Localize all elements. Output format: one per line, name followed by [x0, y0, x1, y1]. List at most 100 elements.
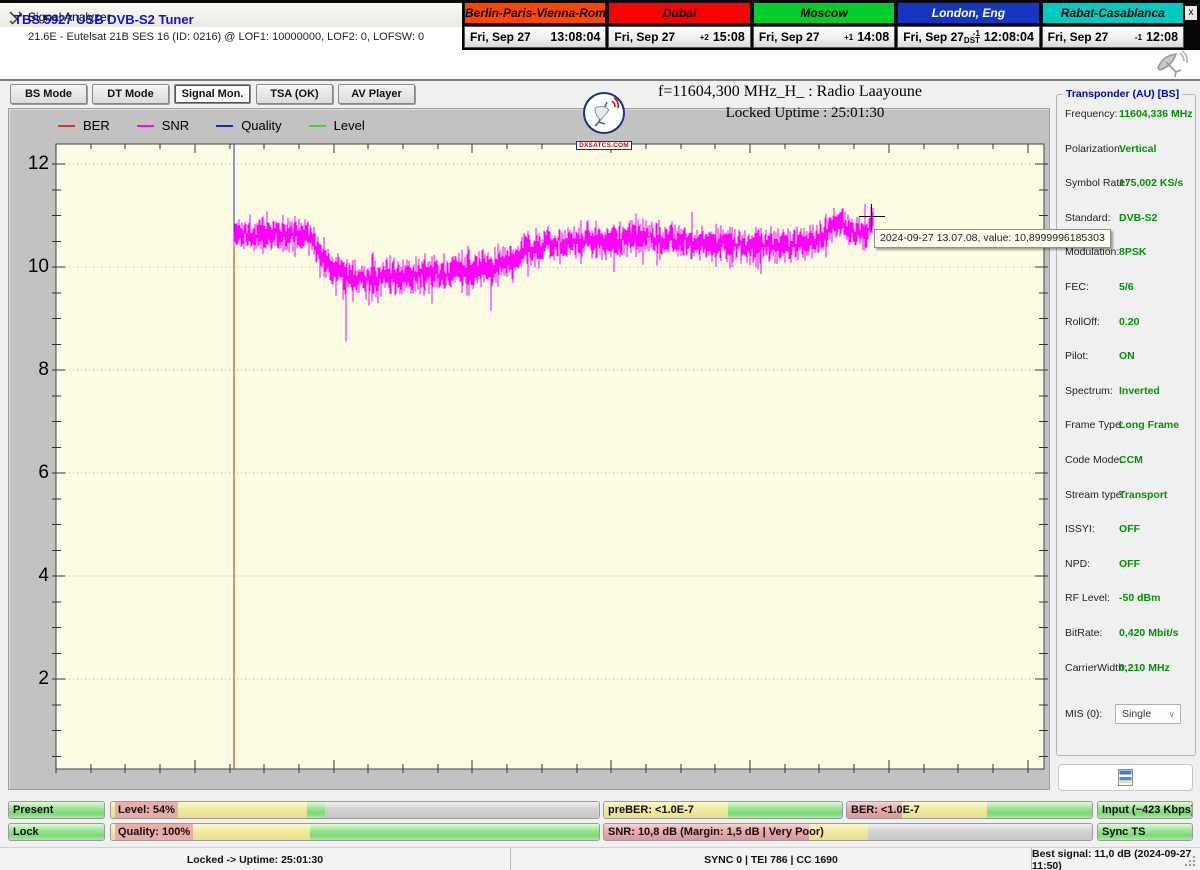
transponder-label: Code Mode:: [1065, 454, 1123, 466]
transponder-value: 8PSK: [1119, 246, 1147, 259]
transponder-value: -50 dBm: [1119, 592, 1161, 605]
y-axis-label: 10: [27, 256, 49, 277]
statusbar-ber: BER: <1.0E-7: [846, 801, 1093, 819]
clock-rabat-casablanca: Rabat-Casablanca Fri, Sep 27 -1 12:08: [1041, 2, 1185, 48]
y-axis-label: 2: [38, 668, 49, 689]
legend-label: BER: [83, 118, 110, 133]
legend-item-snr: SNR: [136, 118, 189, 133]
tab-signal-mon-[interactable]: Signal Mon.: [174, 84, 251, 104]
clock-time: Fri, Sep 27 +1 14:08: [752, 26, 896, 48]
y-axis-label: 8: [38, 359, 49, 380]
tab-av-player[interactable]: AV Player: [338, 84, 415, 104]
clock-moscow: Moscow Fri, Sep 27 +1 14:08: [752, 2, 896, 48]
close-icon[interactable]: x: [1185, 6, 1197, 20]
bar-label: Lock: [13, 826, 39, 838]
clock-date: Fri, Sep 27: [903, 30, 964, 44]
header-divider: [0, 79, 1200, 81]
transponder-label: Frame Type:: [1065, 419, 1124, 432]
ts-info-button[interactable]: [1058, 764, 1193, 791]
clock-time-value: 15:08: [712, 30, 745, 44]
clock-time: Fri, Sep 27 -1 DST 12:08:04: [897, 26, 1040, 48]
chart-panel: BER SNR Quality Level 12 10 8 6 4 2: [8, 108, 1050, 790]
transponder-label: RollOff:: [1065, 315, 1100, 328]
satellite-icon: [1152, 50, 1188, 78]
transponder-row-fec: FEC: 5/6: [1057, 281, 1195, 297]
transponder-row-streamtype: Stream type: Transport: [1057, 489, 1195, 505]
legend-label: Level: [333, 118, 365, 133]
legend-item-quality: Quality: [216, 118, 282, 133]
legend-label: Quality: [241, 118, 282, 133]
mis-select[interactable]: Single ∨: [1115, 704, 1181, 724]
mis-selected-value: Single: [1122, 708, 1152, 720]
crosshair-cursor: [859, 216, 885, 217]
clock-time: Fri, Sep 27 +2 15:08: [608, 26, 751, 48]
transponder-row-symbolrate: Symbol Rate: 175,002 KS/s: [1057, 177, 1195, 193]
clock-offset-dst: DST: [963, 36, 980, 45]
transponder-value: Long Frame: [1119, 419, 1180, 432]
transponder-label: Frequency:: [1065, 108, 1118, 120]
bar-segment-green: [310, 824, 599, 840]
transponder-value: 0.20: [1119, 315, 1140, 328]
clock-london-eng: London, Eng Fri, Sep 27 -1 DST 12:08:04: [897, 2, 1040, 48]
transponder-row-codemode: Code Mode: CCM: [1057, 454, 1195, 470]
transponder-row-frametype: Frame Type: Long Frame: [1057, 419, 1195, 435]
transponder-row-modulation: Modulation: 8PSK: [1057, 246, 1195, 262]
transponder-row-carrierwidth: CarrierWidth: 0,210 MHz: [1057, 662, 1195, 678]
transport-list-icon: [1118, 769, 1133, 786]
chevron-down-icon: ∨: [1168, 709, 1175, 719]
transponder-label: Standard:: [1065, 211, 1111, 224]
statusbar-quality: Quality: 100%: [110, 823, 600, 841]
transponder-row-standard: Standard: DVB-S2: [1057, 212, 1195, 228]
uptime-readout: Locked Uptime : 25:01:30: [725, 105, 885, 121]
clock-city-label: Rabat-Casablanca: [1041, 2, 1185, 24]
clock-city-label: Dubai: [608, 2, 751, 24]
statusbar-sync: SYNC 0 | TEI 786 | CC 1690: [511, 848, 1032, 870]
transponder-row-rflevel: RF Level: -50 dBm: [1057, 592, 1195, 608]
transponder-label: Stream type:: [1065, 488, 1125, 501]
transponder-row-pilot: Pilot: ON: [1057, 350, 1195, 366]
statusbar: Locked -> Uptime: 25:01:30 SYNC 0 | TEI …: [0, 847, 1200, 870]
chart-legend: BER SNR Quality Level: [58, 118, 365, 133]
crosshair-cursor-v: [871, 204, 872, 230]
transponder-value: 0,210 MHz: [1119, 661, 1170, 674]
transponder-label: Spectrum:: [1065, 384, 1113, 397]
bar-segment-track: [867, 824, 1092, 840]
clock-offset-value: -1: [1134, 32, 1143, 42]
logo-caption: DXSATCS.COM: [576, 141, 632, 150]
tab-dt-mode[interactable]: DT Mode: [92, 84, 169, 104]
tab-tsa-ok-[interactable]: TSA (OK): [256, 84, 333, 104]
statusbar-level: Level: 54%: [110, 801, 600, 819]
transponder-row-rolloff: RollOff: 0.20: [1057, 316, 1195, 332]
transponder-row-bitrate: BitRate: 0,420 Mbit/s: [1057, 627, 1195, 643]
signal-analyzer-window: Signal Analyzer Berlin-Paris-Vienna-Roma…: [0, 0, 1200, 870]
clock-utc-offset: +2: [675, 33, 713, 41]
legend-item-level: Level: [308, 118, 365, 133]
transponder-value: 11604,336 MHz: [1119, 108, 1193, 120]
statusbar-syncts: Sync TS: [1097, 823, 1193, 841]
transponder-label: FEC:: [1065, 281, 1089, 293]
clock-city-label: Moscow: [752, 2, 896, 24]
bar-label: Level: 54%: [115, 802, 178, 818]
legend-swatch-level: [308, 124, 326, 127]
transponder-row-npd: NPD: OFF: [1057, 558, 1195, 574]
bar-label: BER: <1.0E-7: [851, 804, 920, 816]
clock-date: Fri, Sep 27: [614, 30, 676, 44]
transponder-value: Inverted: [1119, 384, 1160, 397]
clock-time: Fri, Sep 27 13:08:04: [464, 26, 607, 48]
statusbar-lock: Lock: [8, 823, 105, 841]
transponder-label: CarrierWidth:: [1065, 661, 1127, 674]
dxsatcs-logo: DXSATCS.COM: [571, 92, 637, 150]
statusbar-present: Present: [8, 801, 105, 819]
transponder-value: ON: [1119, 350, 1135, 363]
y-axis-label: 12: [27, 153, 49, 174]
bar-segment-green: [727, 802, 842, 818]
tuner-details: 21.6E - Eutelsat 21B SES 16 (ID: 0216) @…: [28, 31, 425, 43]
transponder-value: 5/6: [1119, 281, 1134, 293]
transponder-label: BitRate:: [1065, 627, 1103, 639]
resize-grip[interactable]: [1184, 855, 1196, 867]
y-axis-label: 4: [38, 565, 49, 586]
clock-date: Fri, Sep 27: [470, 30, 531, 44]
transponder-value: DVB-S2: [1119, 211, 1158, 224]
tab-bs-mode[interactable]: BS Mode: [10, 84, 87, 104]
legend-swatch-ber: [58, 124, 75, 127]
